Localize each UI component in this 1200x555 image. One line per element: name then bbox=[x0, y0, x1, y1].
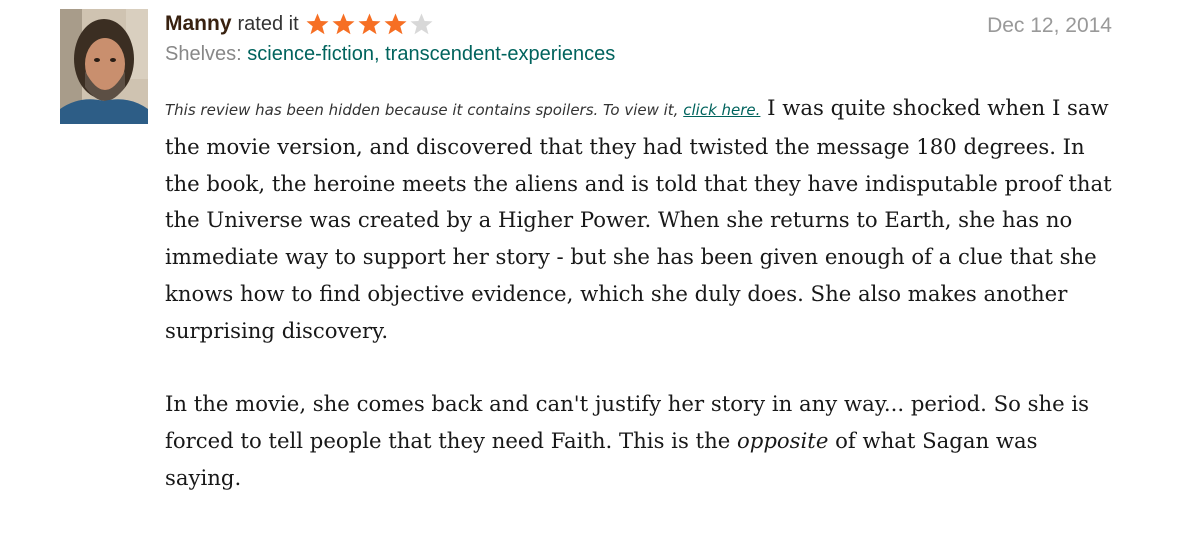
review-header: Manny rated it bbox=[165, 9, 435, 39]
star-rating bbox=[305, 12, 435, 37]
star-empty-icon bbox=[409, 12, 435, 37]
shelf-link-transcendent-experiences[interactable]: transcendent-experiences bbox=[385, 43, 615, 65]
star-filled-icon bbox=[357, 12, 383, 37]
star-filled-icon bbox=[305, 12, 331, 37]
spoiler-notice: This review has been hidden because it c… bbox=[165, 101, 760, 119]
spoiler-notice-text: This review has been hidden because it c… bbox=[165, 101, 679, 119]
shelf-link-science-fiction[interactable]: science-fiction bbox=[247, 43, 374, 65]
review-body: This review has been hidden because it c… bbox=[165, 90, 1115, 497]
review-paragraph-2: In the movie, she comes back and can't j… bbox=[165, 386, 1115, 496]
reviewer-name-link[interactable]: Manny bbox=[165, 12, 232, 36]
shelf-separator: , bbox=[374, 43, 380, 65]
star-filled-icon bbox=[383, 12, 409, 37]
review-card: Manny rated it Dec 12, 2014 Shelves: sci… bbox=[0, 0, 1200, 555]
star-filled-icon bbox=[331, 12, 357, 37]
avatar-photo bbox=[60, 9, 148, 124]
shelves-line: Shelves: science-fiction, transcendent-e… bbox=[165, 43, 615, 66]
spoiler-reveal-link[interactable]: click here. bbox=[683, 101, 760, 119]
review-date-link[interactable]: Dec 12, 2014 bbox=[987, 14, 1112, 38]
rated-label: rated it bbox=[237, 12, 299, 35]
review-paragraph-2-emphasis: opposite bbox=[737, 428, 829, 454]
reviewer-avatar[interactable] bbox=[60, 9, 148, 124]
review-paragraph-1-text: I was quite shocked when I saw the movie… bbox=[165, 95, 1112, 343]
review-paragraph-1: This review has been hidden because it c… bbox=[165, 90, 1115, 350]
shelves-label: Shelves: bbox=[165, 43, 242, 65]
